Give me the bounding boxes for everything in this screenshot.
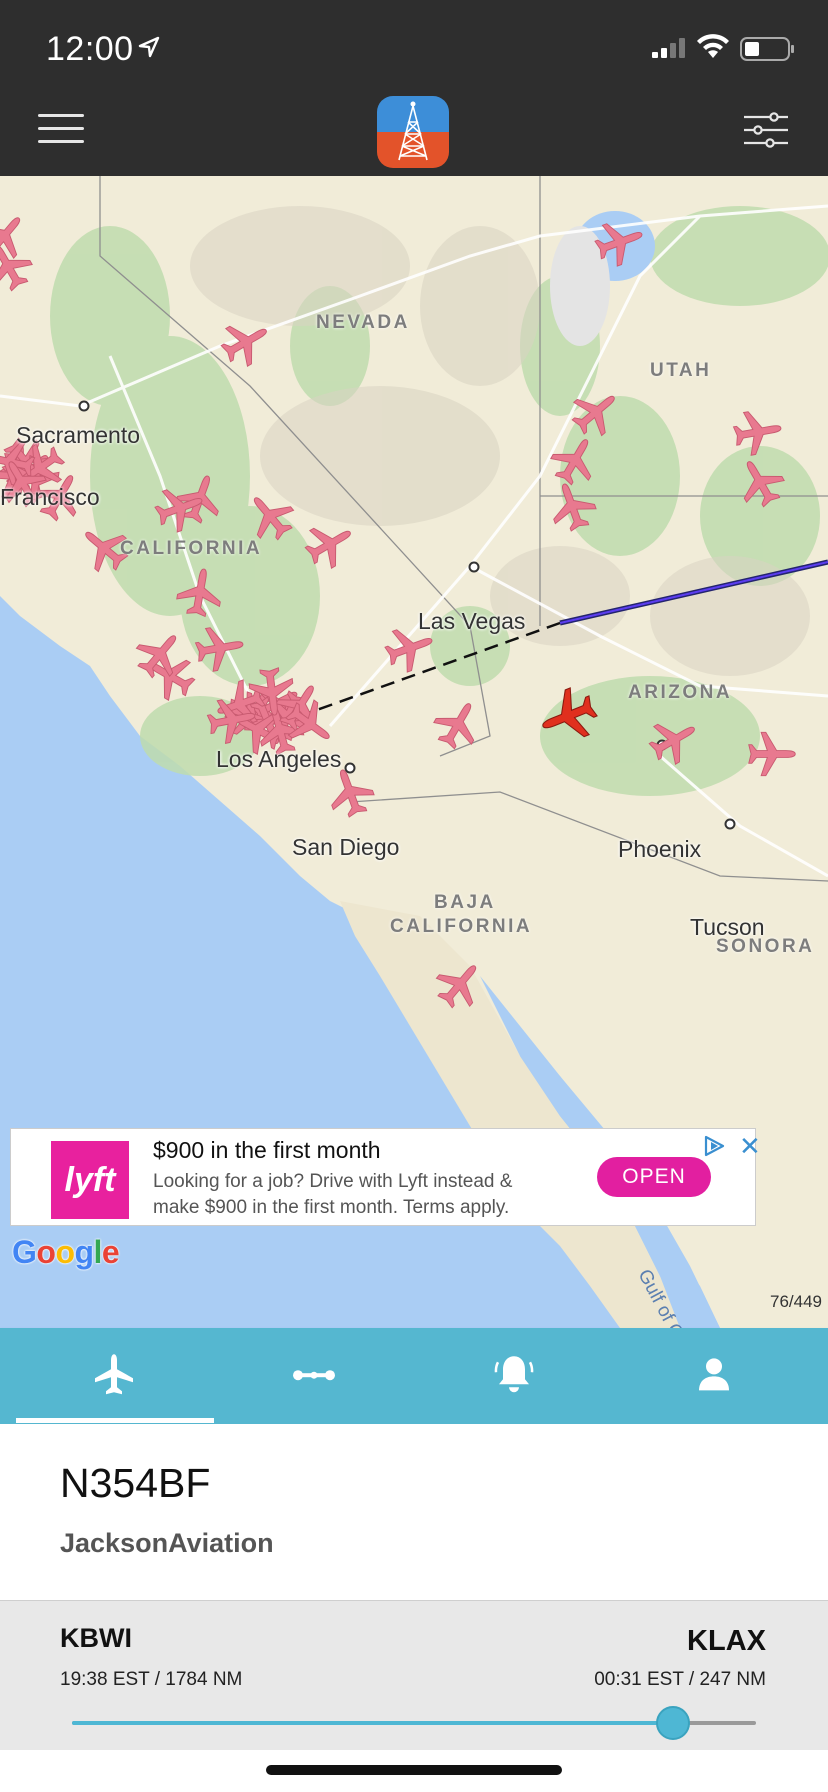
city-label-los-angeles: Los Angeles [216,746,342,772]
region-label-baja: BAJA [434,892,496,913]
region-label-nevada: NEVADA [316,312,410,333]
region-label-sonora: SONORA [716,936,815,957]
progress-fill [72,1721,673,1725]
aircraft-marker[interactable] [591,214,650,271]
tab-routes[interactable] [214,1328,414,1424]
airplane-icon [95,1354,133,1395]
ad-close-icon[interactable]: ✕ [739,1131,761,1162]
google-attribution: Google [12,1234,120,1270]
city-label-las-vegas: Las Vegas [418,608,526,634]
route-icon [293,1370,335,1381]
tab-bar [0,1328,828,1424]
ad-open-button[interactable]: OPEN [597,1157,711,1197]
aircraft-marker[interactable] [544,477,601,536]
aircraft-marker[interactable] [564,380,628,443]
aircraft-marker[interactable] [299,514,361,575]
ad-title: $900 in the first month [153,1137,381,1163]
active-tab-indicator [16,1418,214,1423]
city-label-san-diego: San Diego [292,834,400,860]
route-progress-section: KBWI KLAX 19:38 EST / 1784 NM 00:31 EST … [0,1600,828,1750]
aircraft-marker[interactable] [428,952,491,1016]
aircraft-marker[interactable] [643,710,705,771]
tab-flights[interactable] [14,1328,214,1424]
tail-number: N354BF [60,1460,211,1506]
origin-info: 19:38 EST / 1784 NM [60,1669,243,1690]
aircraft-marker[interactable] [128,622,191,686]
battery-icon [740,37,794,61]
ad-body: Looking for a job? Drive with Lyft inste… [153,1171,513,1218]
ad-choices-icon[interactable] [701,1133,727,1159]
city-label-san-francisco: Francisco [0,484,100,510]
selected-aircraft-marker[interactable] [534,683,603,750]
home-indicator[interactable] [266,1765,562,1775]
aircraft-marker[interactable] [731,407,784,458]
status-time: 12:00 [46,30,134,68]
origin-code: KBWI [60,1623,132,1653]
aircraft-marker[interactable] [545,429,606,491]
flight-detail-panel: N354BF JacksonAviation KBWI KLAX 19:38 E… [0,1424,828,1792]
progress-thumb[interactable] [655,1706,690,1740]
wifi-icon [697,34,729,58]
aircraft-marker[interactable] [215,312,277,373]
tab-alerts[interactable] [414,1328,614,1424]
region-label-california: CALIFORNIA [120,538,263,559]
progress-track [72,1706,756,1740]
aircraft-marker[interactable] [175,565,226,618]
person-icon [699,1358,729,1391]
ad-banner[interactable]: lyft $900 in the first month Looking for… [10,1128,761,1226]
location-arrow-icon [138,36,160,58]
aircraft-marker[interactable] [730,451,791,513]
menu-button[interactable] [38,114,84,146]
aircraft-marker[interactable] [748,731,796,777]
region-label-baja-california: CALIFORNIA [390,916,533,937]
destination-info: 00:31 EST / 247 NM [594,1669,766,1690]
region-label-utah: UTAH [650,360,712,381]
region-label-arizona: ARIZONA [628,682,733,703]
top-bar: 12:00 [0,0,828,176]
aircraft-marker[interactable] [193,623,246,674]
bell-icon [494,1356,534,1393]
filter-sliders-icon[interactable] [744,112,788,148]
radio-tower-icon [377,96,449,168]
cellular-signal-icon [652,38,685,58]
lyft-logo: lyft [51,1141,129,1219]
city-label-phoenix: Phoenix [618,836,702,862]
app-logo [377,96,449,168]
aircraft-count: 76/449 [770,1292,822,1311]
destination-code: KLAX [687,1625,766,1657]
tab-profile[interactable] [614,1328,814,1424]
aircraft-marker[interactable] [428,693,489,755]
city-label-sacramento: Sacramento [16,422,141,448]
operator-name: JacksonAviation [60,1528,274,1558]
